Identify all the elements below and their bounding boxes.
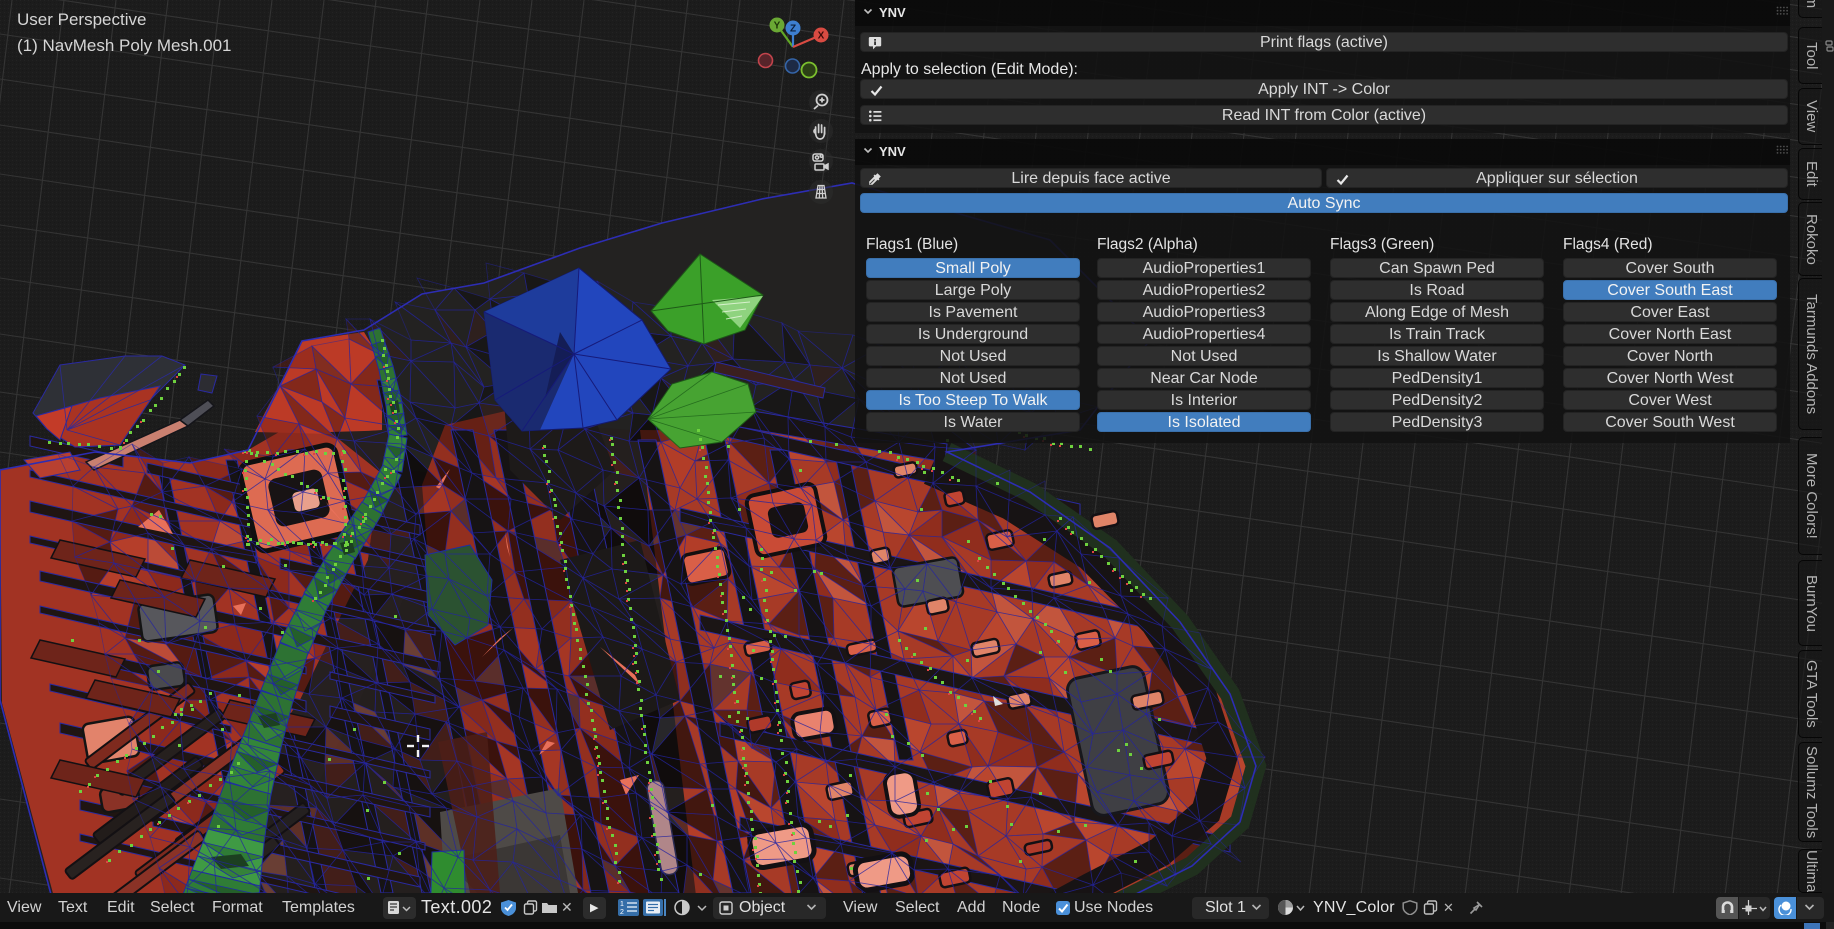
svg-text:Y: Y [774,21,781,32]
svg-text:Z: Z [790,24,796,35]
svg-text:X: X [818,31,825,42]
svg-text:2: 2 [620,909,624,916]
svg-text:1: 1 [620,901,624,908]
